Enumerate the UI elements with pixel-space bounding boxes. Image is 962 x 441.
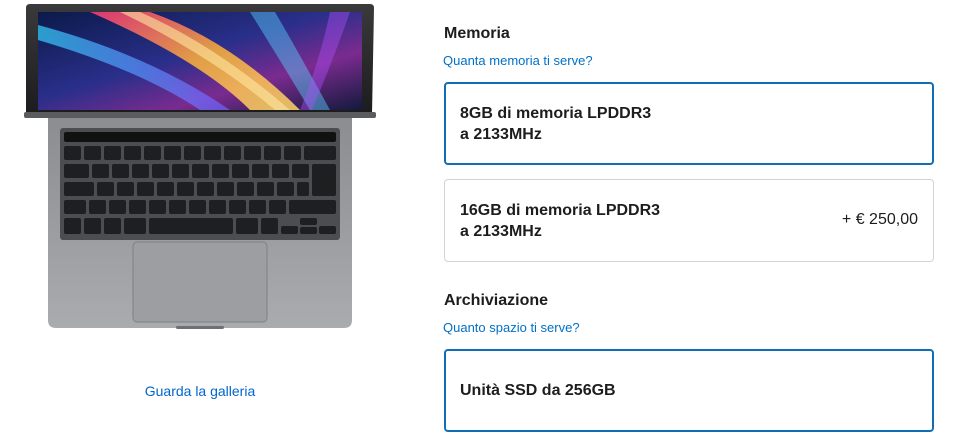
memory-help-link[interactable]: Quanta memoria ti serve?: [443, 53, 593, 68]
storage-help-link[interactable]: Quanto spazio ti serve?: [443, 320, 580, 335]
macbook-pro-image: [0, 0, 400, 345]
memory-section-title: Memoria: [444, 25, 510, 42]
storage-option-256gb-label: Unità SSD da 256GB: [460, 382, 616, 399]
memory-option-8gb-label: 8GB di memoria LPDDR3 a 2133MHz: [460, 105, 652, 143]
storage-option-256gb[interactable]: Unità SSD da 256GB: [444, 349, 934, 432]
memory-option-16gb[interactable]: 16GB di memoria LPDDR3 a 2133MHz + € 250…: [444, 179, 934, 262]
memory-option-16gb-label: 16GB di memoria LPDDR3 a 2133MHz: [460, 202, 661, 240]
gallery-link[interactable]: Guarda la galleria: [0, 383, 400, 399]
memory-option-16gb-price: + € 250,00: [841, 211, 918, 228]
memory-option-8gb[interactable]: 8GB di memoria LPDDR3 a 2133MHz: [444, 82, 934, 165]
storage-section-title: Archiviazione: [444, 292, 549, 309]
